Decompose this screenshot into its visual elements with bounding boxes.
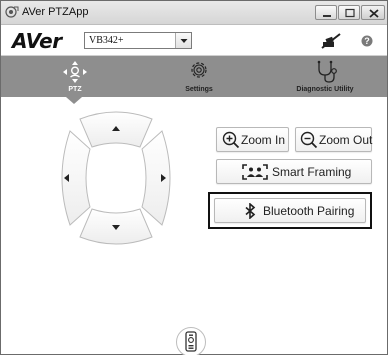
- maximize-icon: [345, 8, 355, 18]
- active-tab-pointer: [66, 97, 82, 104]
- tab-settings[interactable]: Settings: [167, 56, 231, 97]
- minimize-icon: [323, 15, 331, 17]
- chevron-down-icon[interactable]: [175, 33, 191, 48]
- zoom-out-icon: [300, 131, 318, 149]
- close-icon: [369, 9, 379, 18]
- stethoscope-icon: [317, 60, 337, 83]
- window-title: AVer PTZApp: [22, 6, 89, 18]
- bluetooth-pairing-button[interactable]: Bluetooth Pairing: [214, 198, 366, 223]
- close-button[interactable]: [361, 5, 385, 20]
- zoom-in-button[interactable]: Zoom In: [216, 127, 289, 152]
- tab-ptz[interactable]: PTZ: [43, 56, 107, 97]
- tab-settings-label: Settings: [185, 86, 213, 93]
- tab-diagnostic-utility-label: Diagnostic Utility: [296, 86, 354, 93]
- smart-framing-button[interactable]: Smart Framing: [216, 159, 372, 184]
- bluetooth-pairing-label: Bluetooth Pairing: [263, 204, 355, 218]
- zoom-out-label: Zoom Out: [319, 133, 373, 147]
- maximize-button[interactable]: [338, 5, 360, 20]
- camera-select[interactable]: VB342+: [84, 32, 192, 49]
- nav-bar: PTZ Settings Diagnostic Utility: [1, 56, 387, 97]
- zoom-in-icon: [222, 131, 240, 149]
- smart-framing-icon: [242, 164, 268, 180]
- minimize-button[interactable]: [315, 5, 337, 20]
- tab-diagnostic-utility[interactable]: Diagnostic Utility: [277, 56, 373, 97]
- zoom-out-button[interactable]: Zoom Out: [295, 127, 372, 152]
- zoom-in-label: Zoom In: [241, 133, 286, 147]
- pan-down-button[interactable]: [79, 208, 153, 245]
- gear-icon: [191, 62, 207, 78]
- remote-control-icon: [185, 331, 197, 352]
- smart-framing-label: Smart Framing: [272, 165, 352, 179]
- ptz-direction-pad: [61, 111, 171, 245]
- pan-right-button[interactable]: [141, 130, 171, 226]
- pan-up-button[interactable]: [79, 111, 153, 148]
- tab-ptz-label: PTZ: [68, 86, 82, 93]
- ptz-icon: [63, 61, 87, 83]
- app-window: AVer PTZApp AVer VB342+ ? PTZ Settings D…: [0, 0, 388, 355]
- pan-left-button[interactable]: [61, 130, 91, 226]
- title-bar: AVer PTZApp: [1, 1, 387, 25]
- remote-control-button[interactable]: [176, 327, 206, 355]
- bluetooth-icon: [245, 203, 256, 219]
- aver-logo: AVer: [12, 29, 62, 53]
- camera-select-value: VB342+: [89, 35, 124, 46]
- microphone-muted-icon[interactable]: [320, 33, 342, 49]
- header-bar: AVer VB342+ ?: [1, 26, 387, 56]
- help-icon[interactable]: ?: [361, 35, 373, 47]
- app-camera-icon: [5, 6, 19, 18]
- svg-text:?: ?: [364, 36, 370, 46]
